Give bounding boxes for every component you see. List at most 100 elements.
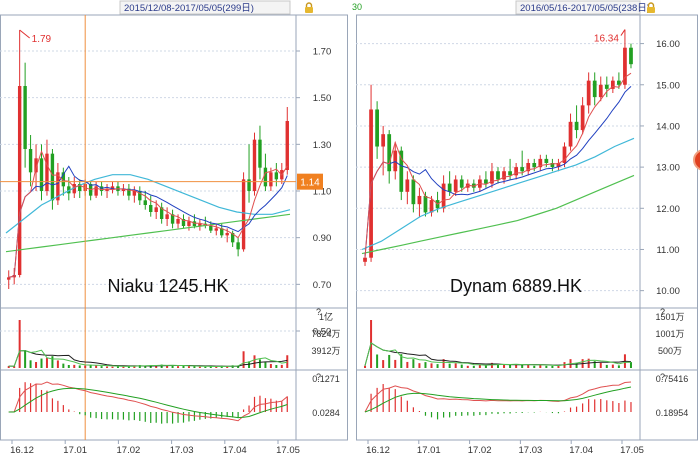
volume-bar bbox=[545, 365, 548, 368]
dual-chart-stage: 2015/12/08-2017/05/05(299日) 30 1.70 1.50 1.3… bbox=[0, 0, 700, 458]
volume-bar bbox=[472, 365, 475, 368]
lock-icon bbox=[305, 2, 313, 13]
volume-bar bbox=[394, 359, 397, 368]
volume-bar bbox=[29, 360, 32, 368]
panel-frame bbox=[356, 14, 698, 441]
candle-body bbox=[423, 195, 428, 213]
x-tick-label: 17.02 bbox=[468, 445, 492, 456]
chart-title: Niaku 1245.HK bbox=[107, 276, 228, 296]
candle-body bbox=[399, 150, 404, 192]
volume-bar bbox=[111, 366, 114, 368]
y-tick-label: 15.00 bbox=[656, 80, 680, 91]
candle-body bbox=[50, 153, 55, 201]
volume-bar bbox=[106, 366, 109, 368]
volume-bar bbox=[269, 364, 272, 368]
lock-icon-body bbox=[647, 7, 655, 13]
price-tag: 1.14 bbox=[300, 178, 320, 189]
candle-body bbox=[143, 200, 147, 205]
volume-tick-label: 7824万 bbox=[311, 329, 340, 339]
candle-body bbox=[520, 167, 525, 172]
macd-tick-label: 0.0284 bbox=[312, 408, 340, 418]
volume-tick-label: 1亿 bbox=[319, 311, 333, 322]
top-label: 30 bbox=[352, 2, 362, 12]
volume-bar bbox=[24, 350, 27, 368]
candle-body bbox=[375, 109, 379, 147]
y-tick-label: 1.70 bbox=[313, 47, 332, 58]
volume-bar bbox=[286, 355, 289, 368]
volume-bar bbox=[617, 365, 620, 368]
volume-bar bbox=[182, 365, 185, 368]
volume-bar bbox=[376, 354, 379, 368]
candle-body bbox=[586, 80, 591, 106]
volume-bar bbox=[533, 365, 536, 368]
x-tick-label: 17.01 bbox=[63, 445, 87, 456]
question-icon: ? bbox=[660, 307, 665, 317]
volume-bar bbox=[448, 363, 451, 368]
candle-body bbox=[241, 179, 246, 250]
y-tick-label: 1.50 bbox=[313, 93, 332, 104]
question-icon: ? bbox=[660, 372, 665, 382]
volume-bar bbox=[388, 354, 391, 368]
candle-body bbox=[532, 163, 537, 168]
high-marker: 1.79 bbox=[32, 34, 52, 45]
candle-body bbox=[7, 277, 11, 280]
volume-bar bbox=[45, 357, 48, 368]
y-tick-label: 1.30 bbox=[313, 140, 332, 151]
volume-bar bbox=[280, 364, 283, 368]
x-tick-label: 17.03 bbox=[519, 445, 543, 456]
volume-bar bbox=[264, 362, 267, 368]
candle-body bbox=[23, 86, 27, 149]
volume-tick-label: 3912万 bbox=[311, 346, 340, 356]
candle-body bbox=[263, 167, 268, 187]
volume-bar bbox=[454, 363, 457, 368]
volume-bar bbox=[18, 320, 21, 368]
volume-bar bbox=[62, 363, 65, 368]
candle-body bbox=[496, 171, 500, 180]
chart-canvas: 2015/12/08-2017/05/05(299日) 30 1.70 1.50 1.3… bbox=[0, 0, 700, 456]
chart-panel-1: 2015/12/08-2017/05/05(299日) 30 1.70 1.50 1.3… bbox=[0, 0, 362, 456]
volume-bar bbox=[611, 364, 614, 368]
volume-bar bbox=[258, 359, 261, 368]
candle-body bbox=[417, 195, 422, 205]
volume-bar bbox=[509, 364, 512, 368]
candle-body bbox=[209, 226, 213, 231]
volume-bar bbox=[382, 360, 385, 368]
volume-bar bbox=[424, 362, 427, 368]
volume-bar bbox=[73, 364, 76, 368]
volume-bar bbox=[40, 358, 43, 368]
volume-bar bbox=[275, 365, 278, 368]
question-icon: ? bbox=[316, 307, 321, 317]
volume-tick-label: 1001万 bbox=[655, 329, 684, 339]
volume-bar bbox=[412, 359, 415, 368]
candle-body bbox=[459, 179, 464, 188]
candle-body bbox=[604, 84, 609, 89]
candle-body bbox=[363, 257, 367, 262]
candle-body bbox=[574, 121, 579, 131]
volume-bar bbox=[84, 365, 87, 368]
candle-body bbox=[149, 205, 153, 212]
x-tick-label: 17.05 bbox=[276, 445, 300, 456]
candle-body bbox=[484, 179, 488, 184]
volume-bar bbox=[67, 365, 70, 368]
x-tick-label: 17.02 bbox=[117, 445, 141, 456]
volume-bar bbox=[557, 365, 560, 368]
x-tick-label: 16.12 bbox=[10, 445, 34, 456]
y-tick-label: 10.00 bbox=[656, 286, 680, 297]
volume-bar bbox=[418, 363, 421, 368]
candle-body bbox=[447, 183, 452, 192]
volume-bar bbox=[35, 362, 38, 368]
volume-bar bbox=[466, 365, 469, 368]
volume-bar bbox=[484, 365, 487, 368]
high-marker: 16.34 bbox=[594, 34, 619, 45]
candle-body bbox=[28, 149, 33, 173]
volume-bar bbox=[430, 363, 433, 368]
lock-icon-body bbox=[305, 7, 313, 13]
panel-frame bbox=[0, 14, 348, 441]
volume-bar bbox=[177, 366, 180, 368]
candle-body bbox=[387, 134, 392, 172]
volume-bar bbox=[460, 364, 463, 368]
volume-bar bbox=[599, 362, 602, 368]
candle-body bbox=[411, 179, 416, 205]
candle-body bbox=[381, 134, 386, 147]
range-label: 2016/05/16-2017/05/05(238日) bbox=[520, 3, 650, 14]
